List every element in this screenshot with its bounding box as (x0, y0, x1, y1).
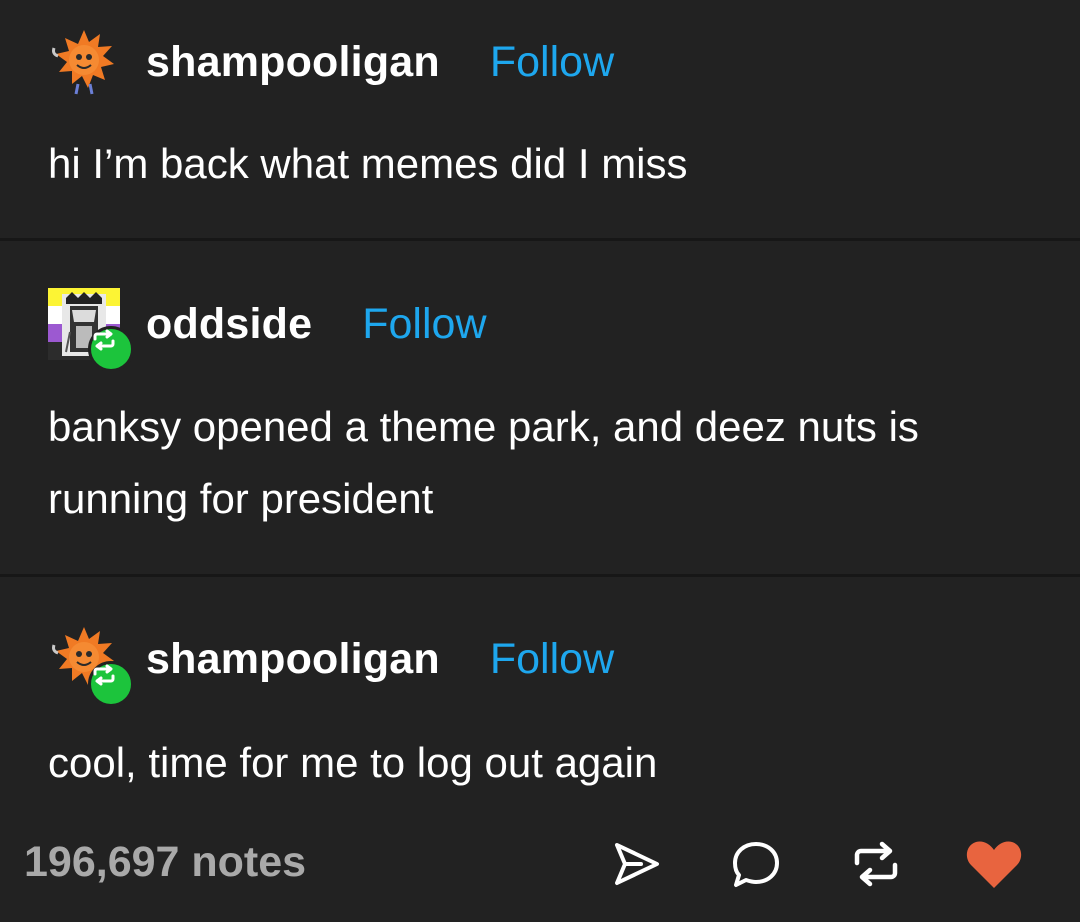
share-icon[interactable] (606, 834, 666, 894)
post-2: oddside Follow banksy opened a theme par… (0, 241, 1080, 574)
post-header: shampooligan Follow (48, 619, 614, 707)
notes-count[interactable]: 196,697 notes (24, 838, 306, 887)
username[interactable]: shampooligan (146, 38, 440, 87)
post-header: shampooligan Follow (48, 22, 614, 102)
username[interactable]: oddside (146, 300, 312, 349)
reblog-badge-icon (88, 661, 134, 707)
follow-button[interactable]: Follow (490, 38, 614, 87)
reblog-icon[interactable] (846, 834, 906, 894)
follow-button[interactable]: Follow (362, 300, 486, 349)
post-footer: 196,697 notes (0, 822, 1080, 906)
like-icon[interactable] (964, 834, 1024, 894)
orange-creature-avatar-icon (52, 30, 114, 95)
follow-button[interactable]: Follow (490, 635, 614, 684)
reblog-badge-icon (88, 326, 134, 372)
post-text: hi I’m back what memes did I miss (48, 140, 688, 187)
username[interactable]: shampooligan (146, 635, 440, 684)
post-text: cool, time for me to log out again (48, 739, 658, 786)
avatar[interactable] (48, 288, 134, 372)
post-text: banksy opened a theme park, and deez nut… (48, 403, 919, 522)
reply-icon[interactable] (726, 834, 786, 894)
post-1: shampooligan Follow hi I’m back what mem… (0, 0, 1080, 238)
avatar[interactable] (48, 26, 120, 98)
post-header: oddside Follow (48, 284, 487, 372)
avatar[interactable] (48, 623, 134, 707)
